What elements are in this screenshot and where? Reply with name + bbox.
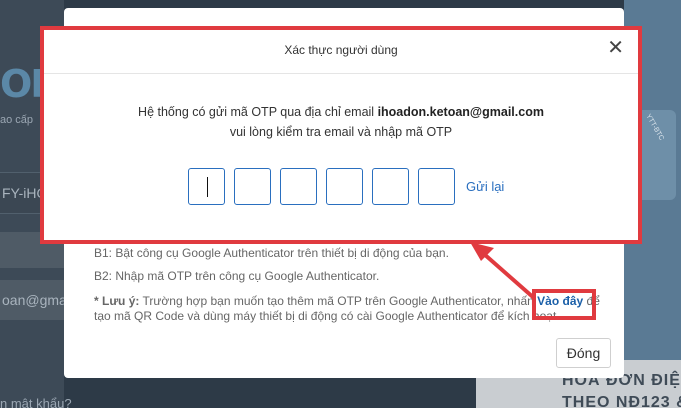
otp-dialog-highlight-box [40, 26, 642, 244]
